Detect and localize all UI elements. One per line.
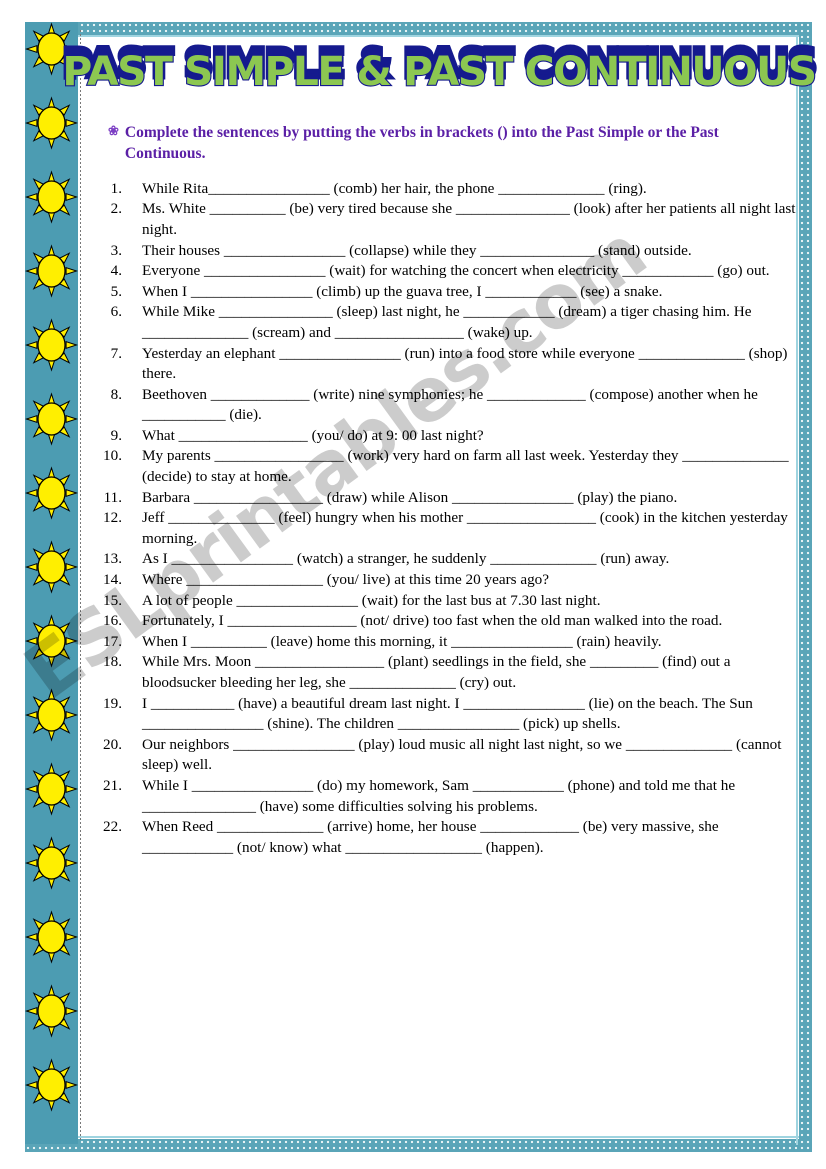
sun-icon [25, 160, 78, 234]
exercise-item: 8. Beethoven _____________ (write) nine s… [98, 385, 798, 426]
exercise-item: 6. While Mike _______________ (sleep) las… [98, 302, 798, 343]
exercise-item: 16. Fortunately, I _________________ (not… [98, 611, 798, 632]
exercise-sentence[interactable]: My parents _________________ (work) very… [142, 446, 798, 487]
exercise-sentence[interactable]: Where __________________ (you/ live) at … [142, 570, 798, 591]
exercise-sentence[interactable]: While Rita________________ (comb) her ha… [142, 179, 798, 200]
exercise-sentence[interactable]: While Mrs. Moon _________________ (plant… [142, 652, 798, 693]
sun-icon [25, 900, 78, 974]
flower-bullet-icon: ❀ [108, 123, 119, 138]
page-title-text: PAST SIMPLE & PAST CONTINUOUS [61, 49, 818, 95]
exercise-item: 22. When Reed ______________ (arrive) hom… [98, 817, 798, 858]
exercise-sentence[interactable]: Barbara _________________ (draw) while A… [142, 488, 798, 509]
exercise-item: 18. While Mrs. Moon _________________ (pl… [98, 652, 798, 693]
exercise-number: 16. [103, 612, 122, 630]
exercise-item: 20. Our neighbors ________________ (play)… [98, 735, 798, 776]
exercise-item: 10. My parents _________________ (work) v… [98, 446, 798, 487]
sun-icon [25, 752, 78, 826]
exercise-number: 6. [110, 303, 122, 321]
exercise-list: 1. While Rita________________ (comb) her … [98, 179, 798, 859]
exercise-number: 21. [103, 776, 122, 794]
exercise-item: 3. Their houses ________________ (collaps… [98, 241, 798, 262]
exercise-item: 21. While I ________________ (do) my home… [98, 776, 798, 817]
exercise-item: 19. I ___________ (have) a beautiful drea… [98, 694, 798, 735]
sun-icon [25, 234, 78, 308]
exercise-number: 15. [103, 591, 122, 609]
exercise-sentence[interactable]: While I ________________ (do) my homewor… [142, 776, 798, 817]
exercise-sentence[interactable]: Beethoven _____________ (write) nine sym… [142, 385, 798, 426]
page-title: PAST SIMPLE & PAST CONTINUOUS PAST SIMPL… [60, 38, 820, 110]
worksheet-page: ESLprintables.com PAST SIMPLE & PAST CON… [0, 0, 826, 1169]
exercise-sentence[interactable]: I ___________ (have) a beautiful dream l… [142, 694, 798, 735]
exercise-sentence[interactable]: What _________________ (you/ do) at 9: 0… [142, 426, 798, 447]
sun-icon [25, 678, 78, 752]
sun-icon [25, 382, 78, 456]
sun-icon [25, 86, 78, 160]
exercise-item: 5. When I ________________ (climb) up the… [98, 282, 798, 303]
instruction-line: ❀ Complete the sentences by putting the … [108, 122, 748, 165]
sun-icon [25, 974, 78, 1048]
exercise-number: 18. [103, 653, 122, 671]
exercise-item: 7. Yesterday an elephant ________________… [98, 344, 798, 385]
exercise-item: 14. Where __________________ (you/ live) … [98, 570, 798, 591]
page-border-bottom [25, 1139, 812, 1152]
dotted-separator [80, 30, 81, 1142]
exercise-number: 2. [110, 200, 122, 218]
exercise-number: 4. [110, 262, 122, 280]
exercise-sentence[interactable]: Jeff ______________ (feel) hungry when h… [142, 508, 798, 549]
exercise-item: 9. What _________________ (you/ do) at 9:… [98, 426, 798, 447]
sun-icon [25, 530, 78, 604]
exercise-number: 1. [110, 179, 122, 197]
exercise-item: 13. As I ________________ (watch) a stran… [98, 549, 798, 570]
exercise-sentence[interactable]: When I __________ (leave) home this morn… [142, 632, 798, 653]
exercise-item: 15. A lot of people ________________ (wa… [98, 591, 798, 612]
exercise-number: 7. [110, 344, 122, 362]
exercise-number: 8. [110, 385, 122, 403]
exercise-number: 13. [103, 550, 122, 568]
exercise-number: 14. [103, 571, 122, 589]
exercise-number: 10. [103, 447, 122, 465]
page-border-right [799, 22, 812, 1152]
exercise-item: 2. Ms. White __________ (be) very tired … [98, 199, 798, 240]
exercise-number: 9. [110, 426, 122, 444]
exercise-sentence[interactable]: As I ________________ (watch) a stranger… [142, 549, 798, 570]
exercise-sentence[interactable]: Fortunately, I _________________ (not/ d… [142, 611, 798, 632]
page-border-inner-line-bottom [31, 1136, 799, 1138]
exercise-sentence[interactable]: When Reed ______________ (arrive) home, … [142, 817, 798, 858]
exercise-sentence[interactable]: Our neighbors ________________ (play) lo… [142, 735, 798, 776]
exercise-number: 5. [110, 282, 122, 300]
sun-icon [25, 826, 78, 900]
exercise-item: 12. Jeff ______________ (feel) hungry whe… [98, 508, 798, 549]
sun-icon [25, 604, 78, 678]
exercise-number: 19. [103, 694, 122, 712]
exercise-sentence[interactable]: A lot of people ________________ (wait) … [142, 591, 798, 612]
sun-icon [25, 456, 78, 530]
exercise-item: 1. While Rita________________ (comb) her … [98, 179, 798, 200]
exercise-sentence[interactable]: While Mike _______________ (sleep) last … [142, 302, 798, 343]
worksheet-content: PAST SIMPLE & PAST CONTINUOUS PAST SIMPL… [60, 30, 820, 1135]
exercise-item: 4. Everyone ________________ (wait) for w… [98, 261, 798, 282]
exercise-item: 17. When I __________ (leave) home this m… [98, 632, 798, 653]
instruction-text: Complete the sentences by putting the ve… [124, 124, 719, 163]
exercise-number: 3. [110, 241, 122, 259]
exercise-number: 20. [103, 735, 122, 753]
exercise-sentence[interactable]: When I ________________ (climb) up the g… [142, 282, 798, 303]
sun-icon [25, 308, 78, 382]
exercise-sentence[interactable]: Everyone ________________ (wait) for wat… [142, 261, 798, 282]
exercise-number: 17. [103, 632, 122, 650]
exercise-number: 12. [103, 509, 122, 527]
exercise-item: 11. Barbara _________________ (draw) whil… [98, 488, 798, 509]
exercise-number: 11. [103, 488, 122, 506]
exercise-sentence[interactable]: Ms. White __________ (be) very tired bec… [142, 199, 798, 240]
sun-icon [25, 1048, 78, 1122]
exercise-number: 22. [103, 818, 122, 836]
exercise-sentence[interactable]: Their houses ________________ (collapse)… [142, 241, 798, 262]
sun-border-column [25, 22, 78, 1144]
exercise-sentence[interactable]: Yesterday an elephant ________________ (… [142, 344, 798, 385]
